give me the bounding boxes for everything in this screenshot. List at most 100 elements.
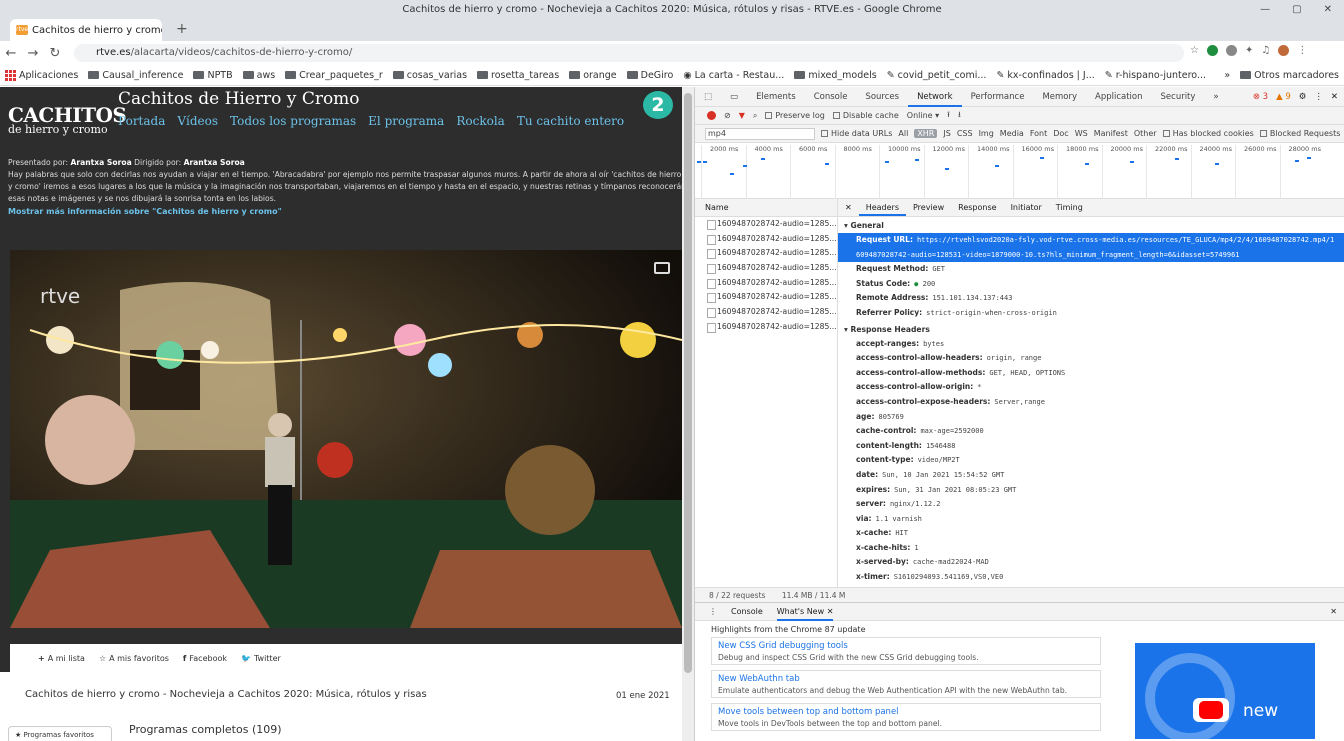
address-bar[interactable]: rtve.es/alacarta/videos/cachitos-de-hier… [74, 44, 1184, 62]
whats-new-card[interactable]: Move tools between top and bottom panel M… [711, 703, 1101, 731]
extension-puzzle-icon[interactable]: ✦ [1245, 45, 1253, 56]
network-timeline-overview[interactable]: 2000 ms 4000 ms 6000 ms 8000 ms 10000 ms 1200… [695, 143, 1344, 199]
export-har-icon[interactable]: ⭳ [958, 109, 961, 123]
header-row[interactable]: content-length: 1546488 [838, 439, 1344, 454]
devtools-tab-console[interactable]: Console [805, 87, 857, 107]
reload-icon[interactable]: ↻ [44, 46, 66, 61]
page-scrollbar[interactable] [682, 87, 694, 741]
filter-input[interactable]: mp4 [705, 127, 815, 140]
type-filter-css[interactable]: CSS [957, 129, 973, 138]
devtools-tab-application[interactable]: Application [1086, 87, 1152, 107]
devtools-tab-network[interactable]: Network [908, 87, 962, 107]
detail-close-icon[interactable]: ✕ [838, 199, 859, 216]
forward-icon[interactable]: → [22, 46, 44, 61]
devtools-tab-elements[interactable]: Elements [747, 87, 805, 107]
bookmark-6[interactable]: rosetta_tareas [472, 70, 564, 81]
bookmark-14[interactable]: » [1219, 70, 1235, 81]
detail-tab-preview[interactable]: Preview [906, 199, 951, 216]
devtools-menu-icon[interactable]: ⋮ [1314, 92, 1323, 102]
menu-icon[interactable]: ⋮ [1297, 45, 1307, 56]
disable-cache-checkbox[interactable]: Disable cache [832, 111, 899, 120]
bookmark-0[interactable]: Aplicaciones [0, 69, 83, 81]
warning-count[interactable]: ▲ 9 [1276, 92, 1291, 102]
header-row[interactable]: cache-control: max-age=2592000 [838, 424, 1344, 439]
blocked-requests-checkbox[interactable]: Blocked Requests [1259, 129, 1340, 138]
device-toolbar-icon[interactable]: ▭ [721, 87, 747, 107]
header-row[interactable]: Referrer Policy: strict-origin-when-cross… [838, 306, 1344, 321]
request-row[interactable]: 1609487028742-audio=1285... [695, 217, 837, 232]
header-row[interactable]: access-control-allow-origin: * [838, 380, 1344, 395]
detail-tab-initiator[interactable]: Initiator [1004, 199, 1049, 216]
bookmark-15[interactable]: Otros marcadores [1235, 70, 1344, 81]
devtools-close-icon[interactable]: ✕ [1331, 92, 1338, 102]
type-filter-js[interactable]: JS [943, 129, 950, 138]
whats-new-card[interactable]: New WebAuthn tab Emulate authenticators a… [711, 670, 1101, 698]
whats-new-video-thumbnail[interactable]: new [1135, 643, 1315, 739]
type-filter-all[interactable]: All [898, 129, 908, 138]
nav-item-1[interactable]: Vídeos [177, 114, 218, 128]
type-filter-media[interactable]: Media [1000, 129, 1024, 138]
drawer-close-icon[interactable]: ✕ [1330, 607, 1337, 616]
type-filter-other[interactable]: Other [1134, 129, 1157, 138]
header-row[interactable]: Request URL: https://rtvehlsvod2020a-fsly… [838, 233, 1344, 263]
devtools-tab-sources[interactable]: Sources [856, 87, 908, 107]
header-row[interactable]: access-control-expose-headers: Server,ran… [838, 395, 1344, 410]
header-row[interactable]: Remote Address: 151.101.134.137:443 [838, 291, 1344, 306]
youtube-play-icon[interactable] [1193, 698, 1229, 722]
header-row[interactable]: access-control-allow-methods: GET, HEAD, … [838, 366, 1344, 381]
nav-item-0[interactable]: Portada [118, 114, 165, 128]
bookmark-star-icon[interactable]: ☆ [1190, 45, 1199, 56]
nav-item-3[interactable]: El programa [368, 114, 444, 128]
header-row[interactable]: content-type: video/MP2T [838, 453, 1344, 468]
devtools-tab-[interactable]: » [1204, 87, 1227, 107]
media-icon[interactable]: ♫ [1261, 45, 1270, 56]
type-filter-doc[interactable]: Doc [1053, 129, 1068, 138]
header-row[interactable]: Status Code: ● 200 [838, 277, 1344, 292]
share-plus-button[interactable]: + A mi lista [38, 654, 85, 663]
header-row[interactable]: Request Method: GET [838, 262, 1344, 277]
header-row[interactable]: access-control-allow-headers: origin, ran… [838, 351, 1344, 366]
type-filter-xhr[interactable]: XHR [914, 129, 938, 138]
cast-icon[interactable] [654, 262, 670, 274]
import-har-icon[interactable]: ⭱ [947, 109, 950, 123]
header-row[interactable]: x-cache: HIT [838, 526, 1344, 541]
bookmark-9[interactable]: ◉ La carta - Restau... [678, 70, 789, 81]
extension-grey-icon[interactable] [1225, 45, 1237, 56]
bookmark-1[interactable]: Causal_inference [83, 70, 188, 81]
hide-data-urls-checkbox[interactable]: Hide data URLs [821, 129, 892, 138]
nav-item-4[interactable]: Rockola [456, 114, 504, 128]
bookmark-11[interactable]: ✎ covid_petit_comi... [882, 70, 992, 81]
settings-gear-icon[interactable]: ⚙ [1299, 92, 1307, 102]
devtools-tab-performance[interactable]: Performance [962, 87, 1034, 107]
type-filter-img[interactable]: Img [979, 129, 994, 138]
bookmark-5[interactable]: cosas_varias [388, 70, 472, 81]
more-info-link[interactable]: Mostrar más información sobre "Cachitos … [8, 207, 282, 216]
filter-icon[interactable]: ▼ [739, 111, 745, 120]
type-filter-manifest[interactable]: Manifest [1094, 129, 1128, 138]
request-row[interactable]: 1609487028742-audio=1285... [695, 261, 837, 276]
whats-new-card[interactable]: New CSS Grid debugging tools Debug and in… [711, 637, 1101, 665]
bookmark-13[interactable]: ✎ r-hispano-juntero... [1100, 70, 1211, 81]
cachitos-logo[interactable]: CACHITOS de hierro y cromo [8, 103, 127, 136]
has-blocked-cookies-checkbox[interactable]: Has blocked cookies [1162, 129, 1254, 138]
bookmark-12[interactable]: ✎ kx-confinados | J... [991, 70, 1099, 81]
la2-channel-logo[interactable]: 2 [643, 91, 673, 119]
bookmark-7[interactable]: orange [564, 70, 621, 81]
share-star-button[interactable]: ☆ A mis favoritos [99, 654, 169, 663]
header-row[interactable]: date: Sun, 10 Jan 2021 15:54:52 GMT [838, 468, 1344, 483]
minimize-icon[interactable]: — [1260, 0, 1270, 19]
header-row[interactable]: x-timer: S1610294093.541169,VS0,VE0 [838, 570, 1344, 585]
drawer-tab-whatsnew[interactable]: What's New ✕ [776, 603, 834, 621]
detail-tab-response[interactable]: Response [951, 199, 1003, 216]
request-row[interactable]: 1609487028742-audio=1285... [695, 232, 837, 247]
devtools-tab-security[interactable]: Security [1152, 87, 1205, 107]
browser-tab[interactable]: rtve Cachitos de hierro y cromo ◀ ✕ [10, 19, 162, 41]
detail-tab-timing[interactable]: Timing [1049, 199, 1090, 216]
record-icon[interactable] [707, 111, 716, 120]
video-player[interactable]: rtve [10, 250, 682, 628]
bookmark-8[interactable]: DeGiro [622, 70, 679, 81]
bookmark-10[interactable]: mixed_models [789, 70, 881, 81]
general-section-header[interactable]: ▾ General [838, 217, 1344, 233]
request-row[interactable]: 1609487028742-audio=1285... [695, 305, 837, 320]
maximize-icon[interactable]: ▢ [1292, 0, 1301, 19]
